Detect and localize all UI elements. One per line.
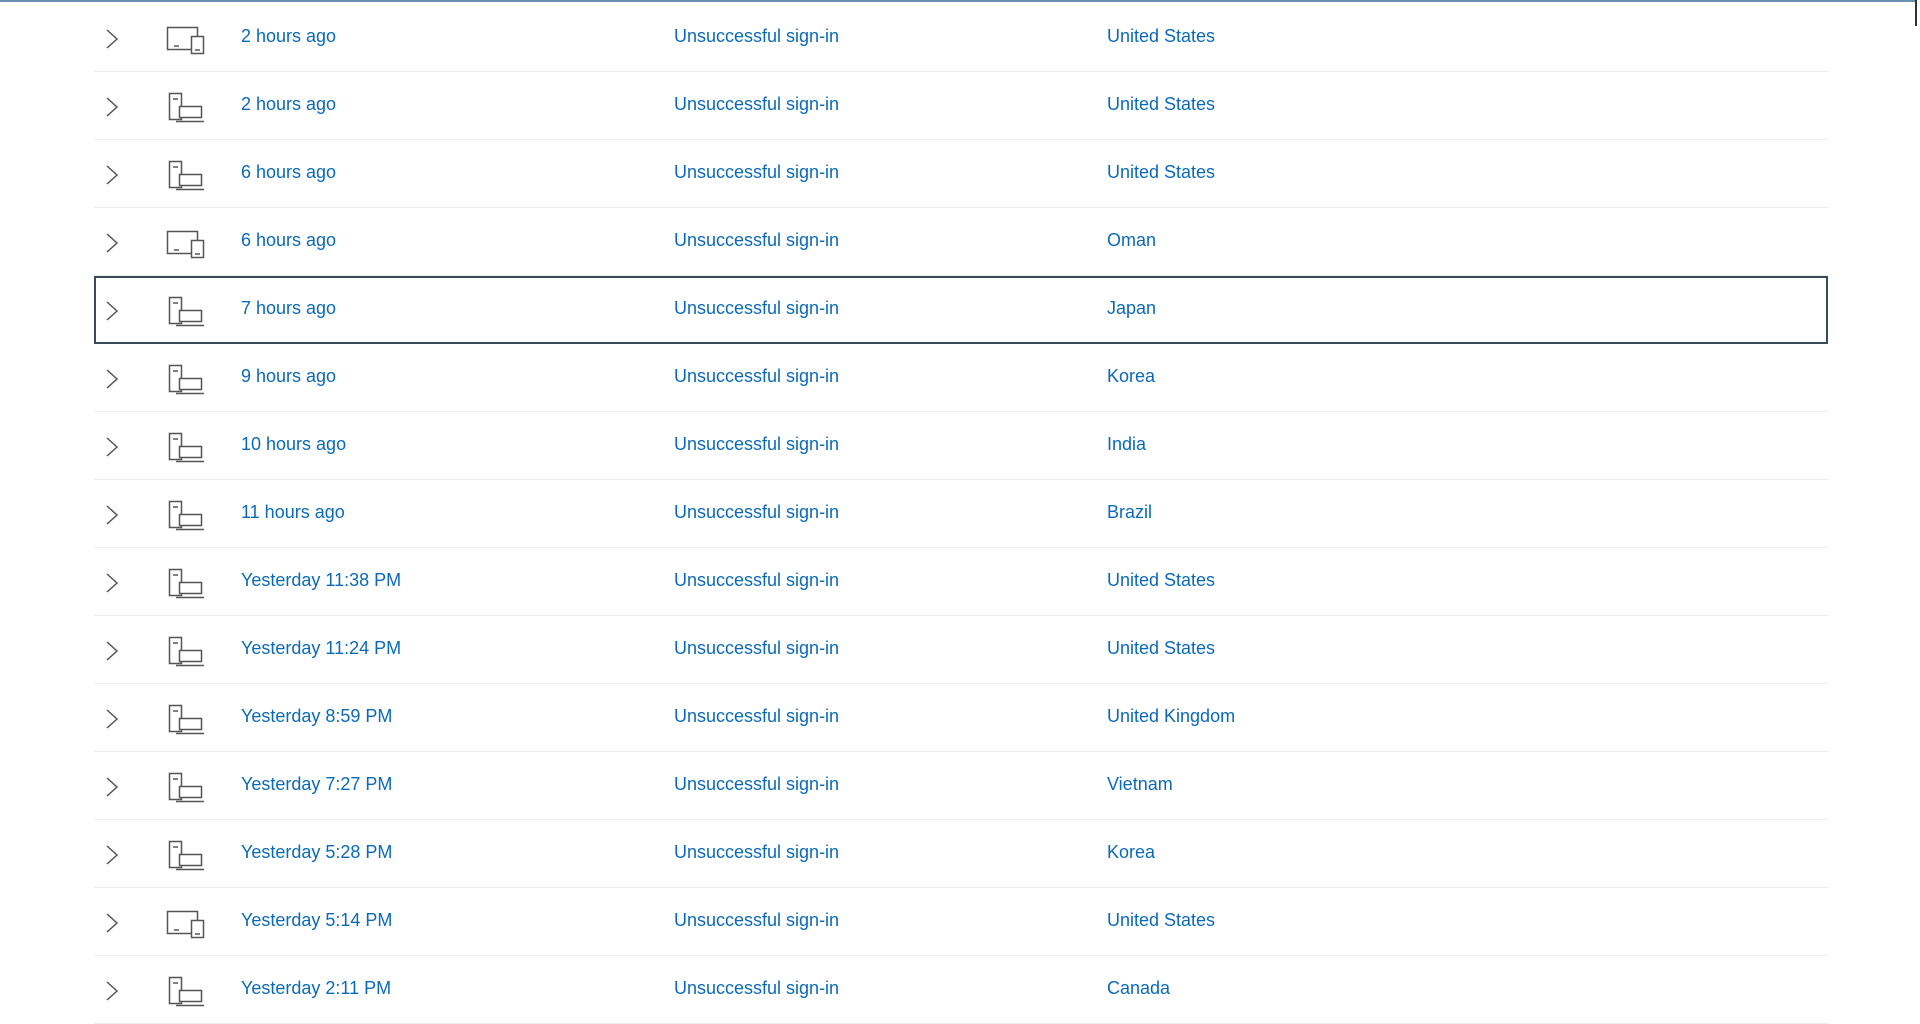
activity-row[interactable]: 6 hours ago Unsuccessful sign-in Oman	[94, 208, 1828, 276]
activity-row-focused[interactable]: 7 hours ago Unsuccessful sign-in Japan	[94, 276, 1828, 344]
activity-event-link[interactable]: Unsuccessful sign-in	[674, 94, 839, 115]
activity-location-link[interactable]: United Kingdom	[1107, 706, 1235, 727]
activity-location-link[interactable]: Vietnam	[1107, 774, 1173, 795]
chevron-right-icon[interactable]	[102, 28, 122, 50]
top-border	[0, 0, 1915, 2]
desktop-icon	[168, 840, 204, 871]
desktop-icon	[168, 364, 204, 395]
activity-location-link[interactable]: United States	[1107, 570, 1215, 591]
desktop-icon	[168, 704, 204, 735]
activity-time-link[interactable]: Yesterday 11:24 PM	[241, 638, 401, 659]
activity-event-link[interactable]: Unsuccessful sign-in	[674, 502, 839, 523]
chevron-right-icon[interactable]	[102, 368, 122, 390]
activity-time-link[interactable]: Yesterday 8:59 PM	[241, 706, 392, 727]
activity-time-link[interactable]: 10 hours ago	[241, 434, 346, 455]
activity-event-link[interactable]: Unsuccessful sign-in	[674, 910, 839, 931]
desktop-icon	[168, 636, 204, 667]
recent-activity-list: 2 hours ago Unsuccessful sign-in United St…	[94, 4, 1828, 1024]
activity-row[interactable]: Yesterday 5:28 PM Unsuccessful sign-in Kor…	[94, 820, 1828, 888]
activity-location-link[interactable]: United States	[1107, 94, 1215, 115]
activity-row[interactable]: Yesterday 8:59 PM Unsuccessful sign-in Uni…	[94, 684, 1828, 752]
chevron-right-icon[interactable]	[102, 300, 122, 322]
desktop-icon	[168, 160, 204, 191]
activity-location-link[interactable]: United States	[1107, 162, 1215, 183]
activity-row[interactable]: Yesterday 11:24 PM Unsuccessful sign-in Un…	[94, 616, 1828, 684]
desktop-icon	[168, 500, 204, 531]
chevron-right-icon[interactable]	[102, 96, 122, 118]
activity-event-link[interactable]: Unsuccessful sign-in	[674, 298, 839, 319]
activity-location-link[interactable]: Korea	[1107, 842, 1155, 863]
activity-event-link[interactable]: Unsuccessful sign-in	[674, 162, 839, 183]
activity-location-link[interactable]: India	[1107, 434, 1146, 455]
desktop-icon	[168, 568, 204, 599]
activity-time-link[interactable]: 11 hours ago	[241, 502, 345, 523]
chevron-right-icon[interactable]	[102, 912, 122, 934]
activity-event-link[interactable]: Unsuccessful sign-in	[674, 842, 839, 863]
activity-row[interactable]: 11 hours ago Unsuccessful sign-in Brazil	[94, 480, 1828, 548]
activity-time-link[interactable]: 2 hours ago	[241, 94, 336, 115]
chevron-right-icon[interactable]	[102, 232, 122, 254]
activity-row[interactable]: Yesterday 2:11 PM Unsuccessful sign-in Can…	[94, 956, 1828, 1024]
desktop-icon	[168, 92, 204, 123]
chevron-right-icon[interactable]	[102, 776, 122, 798]
activity-row[interactable]: Yesterday 11:38 PM Unsuccessful sign-in Un…	[94, 548, 1828, 616]
activity-time-link[interactable]: Yesterday 7:27 PM	[241, 774, 392, 795]
activity-location-link[interactable]: United States	[1107, 638, 1215, 659]
chevron-right-icon[interactable]	[102, 844, 122, 866]
activity-time-link[interactable]: 9 hours ago	[241, 366, 336, 387]
activity-time-link[interactable]: 6 hours ago	[241, 162, 336, 183]
activity-row[interactable]: 9 hours ago Unsuccessful sign-in Korea	[94, 344, 1828, 412]
chevron-right-icon[interactable]	[102, 640, 122, 662]
desktop-icon	[168, 772, 204, 803]
desktop-icon	[168, 976, 204, 1007]
activity-location-link[interactable]: United States	[1107, 910, 1215, 931]
activity-row[interactable]: Yesterday 7:27 PM Unsuccessful sign-in Vie…	[94, 752, 1828, 820]
devices-icon	[166, 26, 205, 55]
activity-time-link[interactable]: Yesterday 5:28 PM	[241, 842, 392, 863]
activity-location-link[interactable]: Korea	[1107, 366, 1155, 387]
activity-event-link[interactable]: Unsuccessful sign-in	[674, 366, 839, 387]
activity-location-link[interactable]: Brazil	[1107, 502, 1152, 523]
scrollbar-thumb[interactable]	[1915, 0, 1917, 26]
activity-row[interactable]: Yesterday 5:14 PM Unsuccessful sign-in Uni…	[94, 888, 1828, 956]
activity-row[interactable]: 2 hours ago Unsuccessful sign-in United St…	[94, 4, 1828, 72]
activity-location-link[interactable]: Oman	[1107, 230, 1156, 251]
activity-location-link[interactable]: United States	[1107, 26, 1215, 47]
activity-event-link[interactable]: Unsuccessful sign-in	[674, 706, 839, 727]
chevron-right-icon[interactable]	[102, 708, 122, 730]
chevron-right-icon[interactable]	[102, 572, 122, 594]
activity-row[interactable]: 10 hours ago Unsuccessful sign-in India	[94, 412, 1828, 480]
activity-row[interactable]: 2 hours ago Unsuccessful sign-in United St…	[94, 72, 1828, 140]
activity-event-link[interactable]: Unsuccessful sign-in	[674, 230, 839, 251]
activity-event-link[interactable]: Unsuccessful sign-in	[674, 978, 839, 999]
activity-time-link[interactable]: 7 hours ago	[241, 298, 336, 319]
devices-icon	[166, 910, 205, 939]
activity-row[interactable]: 6 hours ago Unsuccessful sign-in United St…	[94, 140, 1828, 208]
activity-location-link[interactable]: Canada	[1107, 978, 1170, 999]
devices-icon	[166, 230, 205, 259]
chevron-right-icon[interactable]	[102, 504, 122, 526]
activity-time-link[interactable]: 2 hours ago	[241, 26, 336, 47]
activity-event-link[interactable]: Unsuccessful sign-in	[674, 434, 839, 455]
activity-event-link[interactable]: Unsuccessful sign-in	[674, 774, 839, 795]
activity-time-link[interactable]: 6 hours ago	[241, 230, 336, 251]
chevron-right-icon[interactable]	[102, 164, 122, 186]
desktop-icon	[168, 432, 204, 463]
chevron-right-icon[interactable]	[102, 436, 122, 458]
activity-event-link[interactable]: Unsuccessful sign-in	[674, 570, 839, 591]
activity-time-link[interactable]: Yesterday 2:11 PM	[241, 978, 391, 999]
activity-event-link[interactable]: Unsuccessful sign-in	[674, 26, 839, 47]
activity-location-link[interactable]: Japan	[1107, 298, 1156, 319]
chevron-right-icon[interactable]	[102, 980, 122, 1002]
activity-event-link[interactable]: Unsuccessful sign-in	[674, 638, 839, 659]
desktop-icon	[168, 296, 204, 327]
activity-time-link[interactable]: Yesterday 5:14 PM	[241, 910, 392, 931]
activity-time-link[interactable]: Yesterday 11:38 PM	[241, 570, 401, 591]
